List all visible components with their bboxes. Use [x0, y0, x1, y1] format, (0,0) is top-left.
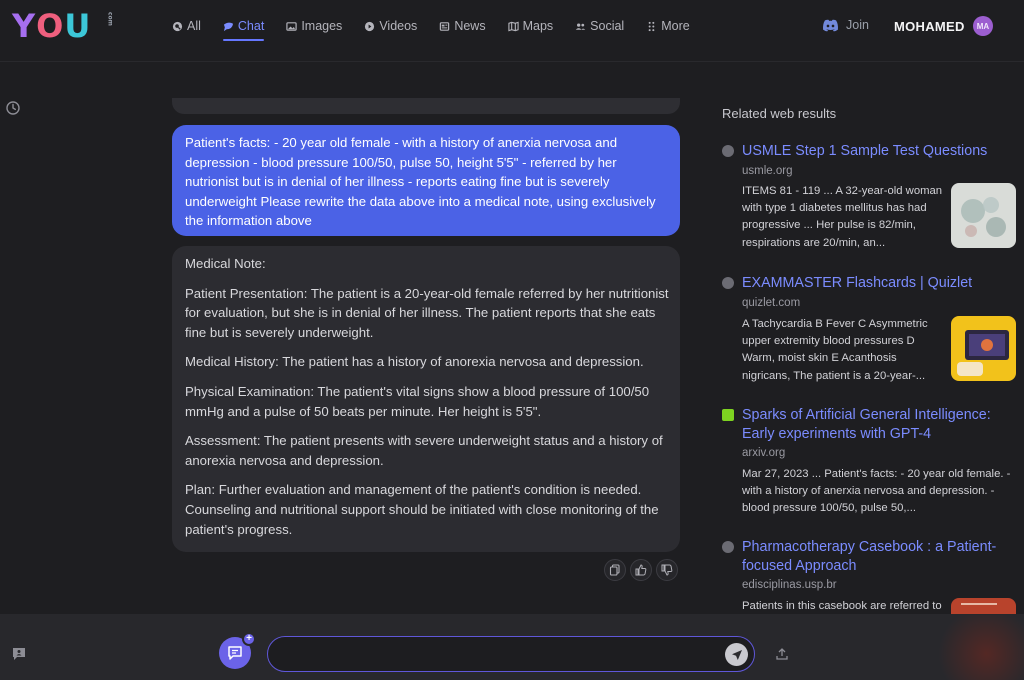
copy-icon [609, 564, 620, 576]
result-snippet: Patients in this casebook are referred t… [742, 600, 942, 612]
tab-maps[interactable]: Maps [507, 0, 554, 52]
result-title-link[interactable]: EXAMMASTER Flashcards | Quizlet [742, 274, 1017, 293]
note-paragraph: Medical History: The patient has a histo… [185, 354, 644, 370]
search-mode-tabs: All Chat Images Videos News Maps Social [172, 0, 712, 62]
thumbs-down-icon [661, 564, 673, 576]
result-thumbnail[interactable] [951, 598, 1016, 614]
note-paragraph: Plan: Further evaluation and management … [185, 482, 659, 537]
tab-label: News [454, 19, 486, 33]
tab-label: Images [301, 19, 343, 33]
result-item: Sparks of Artificial General Intelligenc… [722, 406, 1022, 526]
avatar[interactable]: MA [973, 16, 993, 36]
feedback-icon[interactable] [12, 647, 26, 661]
note-paragraph: Physical Examination: The patient's vita… [185, 383, 650, 419]
logo-suffix: com [106, 12, 114, 26]
chat-input[interactable] [267, 636, 755, 672]
send-icon [731, 649, 742, 660]
logo-letter: O [36, 7, 65, 45]
thumbs-up-icon [635, 564, 647, 576]
result-domain: edisciplinas.usp.br [742, 579, 837, 591]
play-icon [365, 21, 375, 31]
plus-icon: + [242, 632, 256, 646]
result-domain: arxiv.org [742, 447, 786, 459]
upload-icon[interactable] [775, 647, 789, 661]
tab-label: Maps [522, 19, 554, 33]
logo-letter: Y [12, 7, 37, 45]
tab-videos[interactable]: Videos [364, 0, 417, 52]
note-paragraph: Patient Presentation: The patient is a 2… [185, 285, 669, 340]
tab-all[interactable]: All [172, 0, 201, 52]
news-icon [440, 21, 450, 31]
tab-label: Chat [237, 19, 265, 33]
previous-message-edge [172, 98, 680, 114]
search-icon [172, 21, 183, 31]
background-glow [930, 615, 1024, 680]
top-bar: Y O U com All Chat Images Videos News Ma… [0, 0, 1024, 62]
tab-news[interactable]: News [439, 0, 486, 52]
user-message: Patient's facts: - 20 year old female - … [172, 125, 680, 236]
result-domain: usmle.org [742, 165, 793, 177]
send-button[interactable] [725, 643, 748, 666]
note-paragraph: Assessment: The patient presents with se… [185, 433, 663, 468]
result-domain: quizlet.com [742, 297, 801, 309]
thumbs-up-button[interactable] [630, 559, 652, 581]
people-icon [575, 22, 586, 30]
tab-label: More [661, 19, 690, 33]
join-discord-link[interactable]: Join [822, 18, 869, 32]
chat-bubble-icon [228, 646, 242, 660]
assistant-message: Medical Note: Patient Presentation: The … [172, 246, 680, 552]
dots-grid-icon [648, 21, 655, 31]
tab-chat[interactable]: Chat [222, 0, 265, 52]
result-item: Pharmacotherapy Casebook : a Patient-foc… [722, 538, 1022, 614]
tab-label: All [187, 19, 201, 33]
result-thumbnail[interactable] [951, 316, 1016, 381]
globe-icon [722, 541, 734, 553]
tab-social[interactable]: Social [575, 0, 624, 52]
result-snippet: Mar 27, 2023 ... Patient's facts: - 20 y… [742, 468, 1011, 515]
logo-letter: U [64, 7, 92, 45]
result-item: USMLE Step 1 Sample Test Questions usmle… [722, 142, 1022, 252]
tab-images[interactable]: Images [286, 0, 342, 52]
result-thumbnail[interactable] [951, 183, 1016, 248]
result-title-link[interactable]: Sparks of Artificial General Intelligenc… [742, 406, 1017, 443]
tab-more[interactable]: More [646, 0, 690, 52]
join-label: Join [846, 18, 869, 32]
result-title-link[interactable]: Pharmacotherapy Casebook : a Patient-foc… [742, 538, 1017, 575]
you-logo[interactable]: Y O U com [12, 10, 125, 42]
discord-icon [822, 19, 839, 31]
result-snippet: ITEMS 81 - 119 ... A 32-year-old woman w… [742, 185, 943, 249]
images-icon [286, 21, 297, 31]
copy-button[interactable] [604, 559, 626, 581]
tab-label: Social [590, 19, 625, 33]
map-icon [507, 21, 519, 31]
history-icon[interactable] [5, 100, 21, 116]
user-message-text: Patient's facts: - 20 year old female - … [185, 135, 656, 229]
thumbs-down-button[interactable] [656, 559, 678, 581]
tab-label: Videos [379, 19, 418, 33]
new-chat-button[interactable]: + [219, 632, 256, 669]
arxiv-favicon-icon [722, 409, 734, 421]
message-actions [604, 559, 678, 581]
chat-icon [223, 22, 233, 31]
globe-icon [722, 277, 734, 289]
result-title-link[interactable]: USMLE Step 1 Sample Test Questions [742, 142, 1017, 161]
globe-icon [722, 145, 734, 157]
result-item: EXAMMASTER Flashcards | Quizlet quizlet.… [722, 274, 1022, 384]
related-results-heading: Related web results [722, 106, 837, 121]
result-snippet: A Tachycardia B Fever C Asymmetric upper… [742, 318, 928, 382]
note-heading: Medical Note: [185, 256, 266, 271]
username[interactable]: MOHAMED [894, 19, 965, 34]
